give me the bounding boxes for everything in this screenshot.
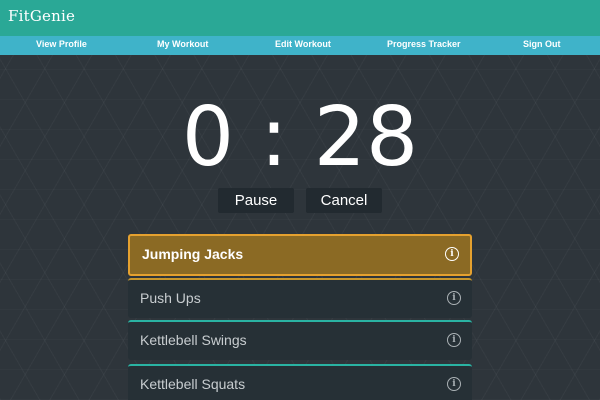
cancel-button[interactable]: Cancel [306,188,382,213]
pause-button[interactable]: Pause [218,188,294,213]
exercise-name: Push Ups [140,290,201,306]
nav-view-profile[interactable]: View Profile [36,39,87,49]
nav-sign-out[interactable]: Sign Out [523,39,561,49]
nav-progress-tracker[interactable]: Progress Tracker [387,39,461,49]
exercise-item-kettlebell-squats[interactable]: Kettlebell Squats i [128,364,472,400]
nav-edit-workout[interactable]: Edit Workout [275,39,331,49]
info-circle-icon[interactable]: i [447,333,461,347]
info-circle-icon[interactable]: i [447,291,461,305]
countdown-timer: 0 : 28 [181,90,419,185]
exercise-name: Kettlebell Squats [140,376,246,392]
exercise-item-push-ups[interactable]: Push Ups i [128,278,472,318]
exercise-item-jumping-jacks[interactable]: Jumping Jacks i [128,234,472,276]
info-circle-icon[interactable]: i [447,377,461,391]
info-circle-icon[interactable]: i [445,247,459,261]
app-title[interactable]: FitGenie [8,7,75,25]
main-nav: View Profile My Workout Edit Workout Pro… [0,36,600,55]
app-header: FitGenie [0,0,600,36]
nav-my-workout[interactable]: My Workout [157,39,208,49]
exercise-name: Kettlebell Swings [140,332,247,348]
exercise-item-kettlebell-swings[interactable]: Kettlebell Swings i [128,320,472,360]
exercise-name: Jumping Jacks [142,246,244,262]
